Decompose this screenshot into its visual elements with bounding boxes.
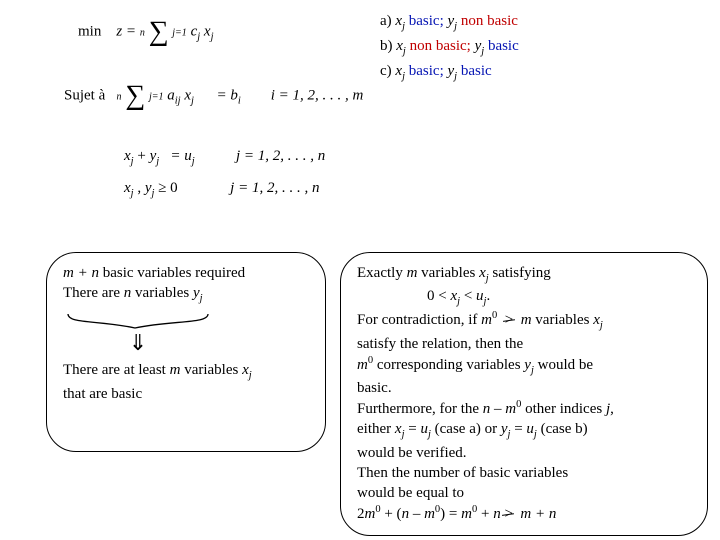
strike-greater-icon-2: > [504,504,512,524]
rb-l5: m0 corresponding variables yj would be [357,354,691,378]
rb-l2: 0 < xj < uj. [357,286,691,309]
range-i: i = 1, 2, . . . , m [271,87,364,103]
case-c: c) xj basic; yj basic [380,60,519,85]
rb-l12: 2m0 + (n – m0) = m0 + n > m + n [357,503,691,524]
rb-l10: Then the number of basic variables [357,463,691,483]
rb-l11: would be equal to [357,483,691,503]
rb-l7: Furthermore, for the n – m0 other indice… [357,398,691,419]
down-double-arrow-icon: ⇓ [63,330,213,356]
lb-line1: m + n basic variables required [63,263,309,283]
case-b: b) xj non basic; yj basic [380,35,519,60]
z-eq: z = [116,23,136,39]
rb-l9: would be verified. [357,443,691,463]
sum-symbol: n ∑ j=1 [140,18,187,46]
rb-l3: For contradiction, if m0 > m variables x… [357,309,691,333]
lb-line3: There are at least m variables xj [63,360,309,383]
math-constraint3: xj , yj ≥ 0 j = 1, 2, . . . , n [124,180,319,199]
cases-list: a) xj basic; yj non basic b) xj non basi… [380,10,519,84]
rb-l1: Exactly m variables xj satisfying [357,263,691,286]
lb-line4: that are basic [63,384,309,404]
math-objective: min z = n ∑ j=1 cj xj [78,18,214,46]
range-j2: j = 1, 2, . . . , n [230,180,319,196]
lb-line2: There are n variables yj [63,283,309,306]
sum-symbol-2: n ∑ j=1 [117,82,164,110]
rb-l6: basic. [357,378,691,398]
case-a: a) xj basic; yj non basic [380,10,519,35]
curly-brace-icon [63,312,213,332]
rb-l4: satisfy the relation, then the [357,334,691,354]
right-bubble: Exactly m variables xj satisfying 0 < xj… [340,252,708,536]
math-constraint2: xj + yj = uj j = 1, 2, . . . , n [124,148,325,167]
sujet-label: Sujet à [64,87,105,103]
rb-l8: either xj = uj (case a) or yj = uj (case… [357,419,691,442]
range-j1: j = 1, 2, . . . , n [236,148,325,164]
strike-greater-icon: > [505,310,513,330]
left-bubble: m + n basic variables required There are… [46,252,326,452]
min-label: min [78,23,101,39]
math-sujet: Sujet à n ∑ j=1 aij xj = bi i = 1, 2, . … [64,82,363,110]
